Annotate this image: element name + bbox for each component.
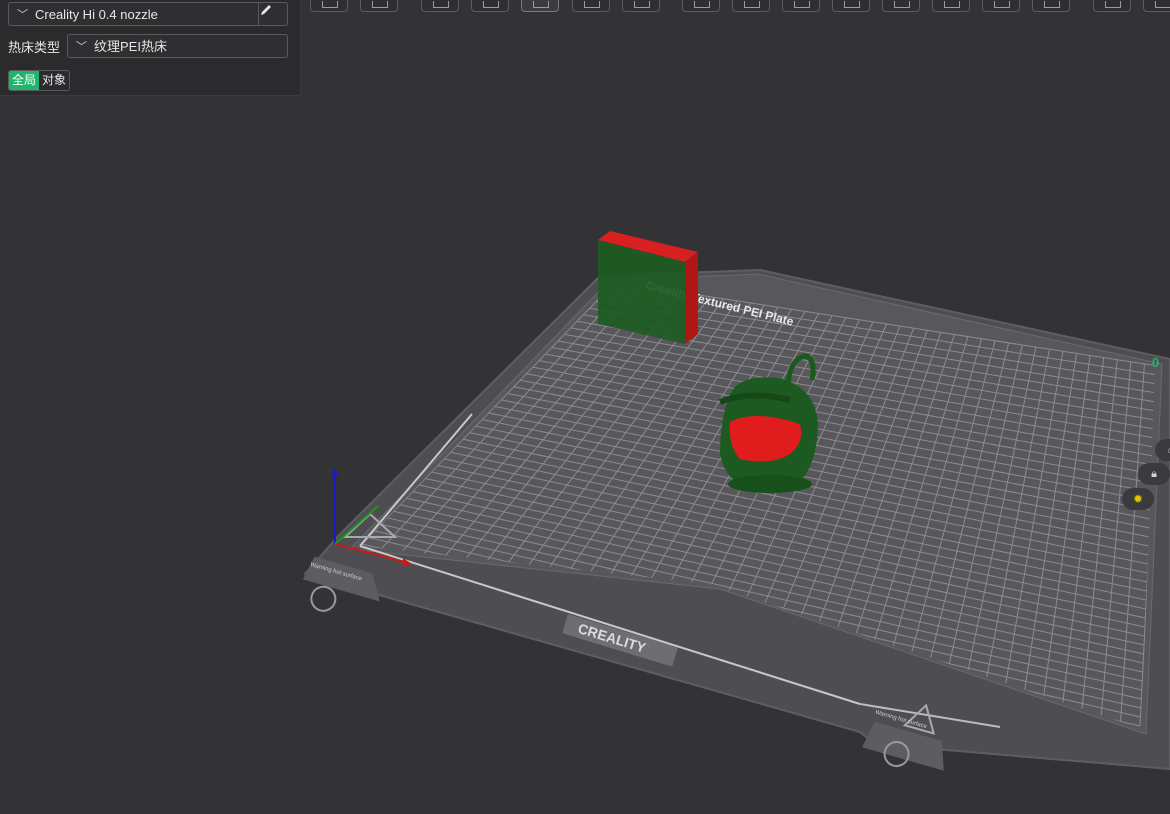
3d-viewport[interactable]: Creality Textured PEI Plate CREALITY War…	[300, 14, 1170, 814]
rotate-icon[interactable]	[682, 0, 720, 12]
settings-panel: ﹀ Creality Hi 0.4 nozzle 热床类型 ﹀ 纹理PEI热床 …	[0, 0, 301, 96]
side-counter: 0	[1152, 355, 1160, 370]
lock-icon[interactable]: 🔒︎	[1138, 463, 1170, 485]
gear-icon[interactable]: ✹	[1122, 488, 1154, 510]
text-icon[interactable]	[1032, 0, 1070, 12]
chevron-down-icon: ﹀	[17, 9, 28, 21]
toggle-object[interactable]: 对象	[39, 71, 69, 90]
move-icon[interactable]	[622, 0, 660, 12]
view-icon[interactable]	[1143, 0, 1170, 12]
lay-flat-icon[interactable]	[471, 0, 509, 12]
assembly-icon[interactable]	[1093, 0, 1131, 12]
chevron-down-icon: ﹀	[76, 41, 87, 53]
build-plate-scene: Creality Textured PEI Plate CREALITY War…	[302, 231, 1170, 771]
seam-paint-icon[interactable]	[882, 0, 920, 12]
measure-icon[interactable]	[982, 0, 1020, 12]
pencil-icon	[261, 5, 271, 15]
color-paint-icon[interactable]	[932, 0, 970, 12]
add-icon[interactable]	[310, 0, 348, 12]
split-icon[interactable]	[521, 0, 559, 12]
toggle-global[interactable]: 全局	[9, 71, 40, 90]
edit-printer-button[interactable]	[258, 3, 287, 25]
scale-icon[interactable]	[732, 0, 770, 12]
cut-icon[interactable]	[782, 0, 820, 12]
view-toggle-icon[interactable]: ⌂	[1155, 439, 1170, 461]
support-paint-icon[interactable]	[832, 0, 870, 12]
arrange-icon[interactable]	[360, 0, 398, 12]
plate-icon[interactable]	[572, 0, 610, 12]
top-toolbar	[310, 0, 1170, 14]
fingerprint-icon	[310, 585, 337, 612]
bed-type-select[interactable]: ﹀ 纹理PEI热床	[67, 34, 288, 58]
scope-toggle: 全局 对象	[8, 70, 71, 91]
printer-select-value: Creality Hi 0.4 nozzle	[35, 7, 158, 22]
printer-select[interactable]: ﹀ Creality Hi 0.4 nozzle	[8, 2, 288, 26]
bed-type-label: 热床类型	[8, 40, 61, 55]
bed-type-value: 纹理PEI热床	[94, 39, 167, 54]
cube-object[interactable]	[598, 231, 698, 344]
orient-icon[interactable]	[421, 0, 459, 12]
